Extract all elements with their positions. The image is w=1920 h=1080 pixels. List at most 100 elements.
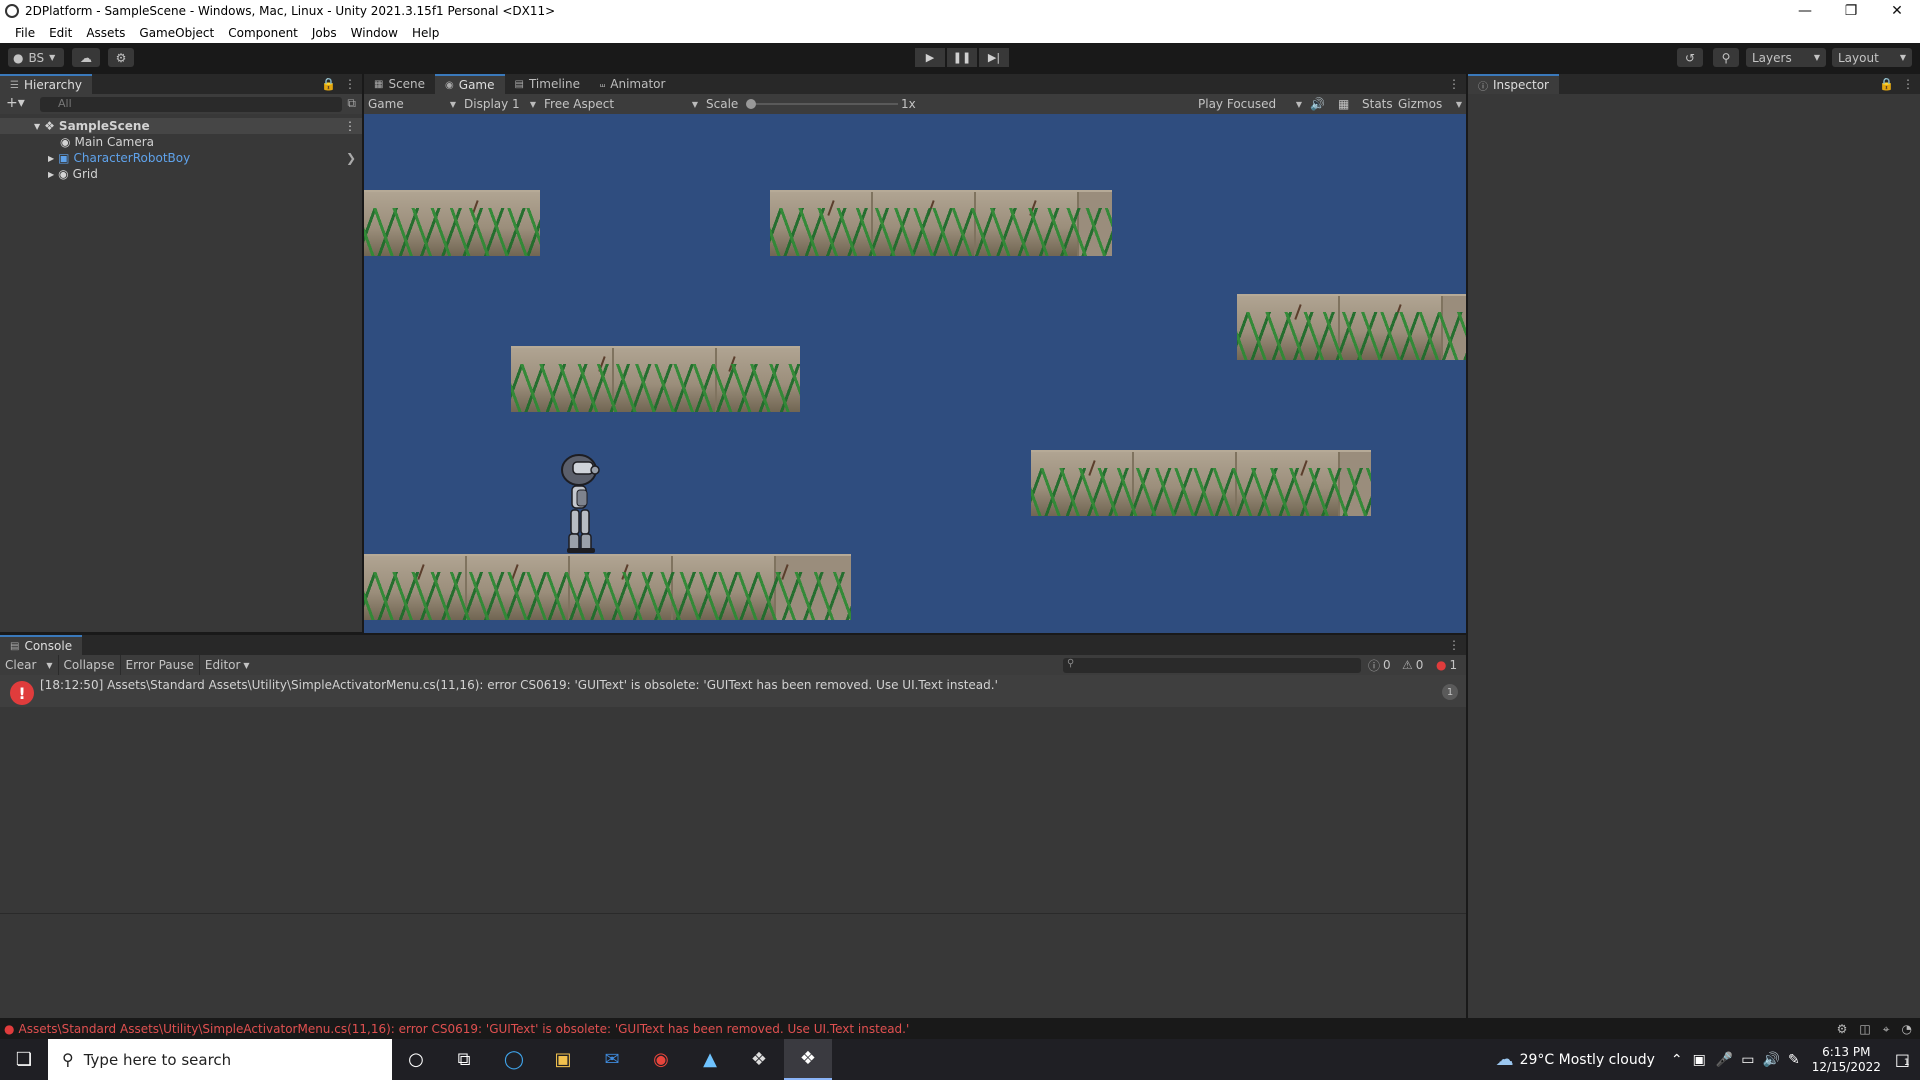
scale-slider-thumb[interactable] — [746, 99, 756, 109]
weather-text[interactable]: 29°C Mostly cloudy — [1520, 1052, 1655, 1068]
scale-value: 1x — [901, 94, 916, 114]
step-button[interactable]: ▶| — [979, 48, 1009, 67]
platform — [770, 190, 1112, 256]
expand-arrow-icon[interactable]: ▶ — [48, 170, 54, 179]
cloud-button[interactable]: ☁ — [72, 48, 100, 67]
restore-icon[interactable]: ❐ — [1828, 0, 1874, 22]
menu-component[interactable]: Component — [221, 26, 305, 40]
clear-button[interactable]: Clear ▼ — [0, 655, 59, 675]
play-mode-dropdown[interactable]: Play Focused ▼ — [1198, 94, 1302, 114]
menu-edit[interactable]: Edit — [42, 26, 79, 40]
console-entry[interactable]: ! [18:12:50] Assets\Standard Assets\Util… — [0, 675, 1466, 707]
search-button[interactable]: ⚲ — [1713, 48, 1739, 67]
tab-hierarchy[interactable]: ☰ Hierarchy — [0, 74, 92, 94]
stats-toggle-icon-button[interactable]: ▦ — [1338, 94, 1349, 114]
expand-arrow-icon[interactable]: ▼ — [34, 122, 40, 131]
collapse-toggle[interactable]: Collapse — [59, 655, 121, 675]
more-options-icon[interactable]: ⋮ — [1448, 74, 1460, 94]
tab-console-label: Console — [24, 639, 73, 653]
pause-button[interactable]: ❚❚ — [947, 48, 977, 67]
progress-icon[interactable]: ◔ — [1902, 1022, 1912, 1037]
minimize-icon[interactable]: — — [1782, 0, 1828, 22]
tree-item-main-camera[interactable]: ◉ Main Camera — [0, 134, 362, 150]
notification-center-button[interactable]: □ 1 — [1895, 1050, 1910, 1069]
menu-assets[interactable]: Assets — [79, 26, 132, 40]
lock-icon[interactable]: 🔒 — [321, 77, 336, 91]
taskbar-search[interactable]: ⚲ Type here to search — [48, 1039, 392, 1080]
edge-button[interactable]: ◯ — [490, 1039, 538, 1080]
aspect-dropdown[interactable]: Free Aspect ▼ — [544, 94, 698, 114]
menu-gameobject[interactable]: GameObject — [132, 26, 221, 40]
lock-icon[interactable]: 🔒 — [1879, 77, 1894, 91]
tree-item-scene[interactable]: ▼ ❖ SampleScene ⋮ — [0, 118, 362, 134]
account-dropdown[interactable]: ● BS ▼ — [8, 48, 64, 67]
tab-timeline[interactable]: ▤ Timeline — [505, 74, 590, 94]
warning-count-toggle[interactable]: ⚠ 0 — [1402, 655, 1423, 675]
layers-dropdown[interactable]: Layers ▼ — [1746, 48, 1826, 67]
undo-history-button[interactable]: ↺ — [1677, 48, 1703, 67]
unity-hub-button[interactable]: ❖ — [735, 1039, 783, 1080]
play-button[interactable]: ▶ — [915, 48, 945, 67]
close-icon[interactable]: ✕ — [1874, 0, 1920, 22]
unity-editor-button[interactable]: ❖ — [784, 1039, 832, 1080]
tab-console[interactable]: ▤ Console — [0, 635, 83, 655]
collab-button[interactable]: ⚙ — [108, 48, 134, 67]
display-dropdown[interactable]: Display 1 ▼ — [464, 94, 536, 114]
error-count-toggle[interactable]: ● 1 — [1436, 655, 1457, 675]
log-count-toggle[interactable]: ⓘ 0 — [1368, 655, 1391, 675]
more-options-icon[interactable]: ⋮ — [1902, 77, 1914, 91]
file-explorer-button[interactable]: ▣ — [539, 1039, 587, 1080]
hierarchy-search-input[interactable]: All — [40, 97, 342, 112]
chevron-down-icon: ▼ — [49, 53, 56, 62]
warning-icon: ⚠ — [1402, 658, 1413, 672]
scale-slider[interactable] — [746, 99, 898, 109]
visual-studio-button[interactable]: ▲ — [686, 1039, 734, 1080]
game-viewport[interactable] — [364, 114, 1466, 633]
menu-file[interactable]: File — [8, 26, 42, 40]
chrome-button[interactable]: ◉ — [637, 1039, 685, 1080]
stats-button[interactable]: Stats — [1362, 94, 1393, 114]
cortana-button[interactable]: ○ — [392, 1039, 440, 1080]
menu-help[interactable]: Help — [405, 26, 446, 40]
chevron-up-icon[interactable]: ⌃ — [1671, 1052, 1683, 1068]
menu-window[interactable]: Window — [344, 26, 405, 40]
gizmos-dropdown[interactable]: Gizmos ▼ — [1398, 94, 1462, 114]
mail-button[interactable]: ✉ — [588, 1039, 636, 1080]
tab-scene[interactable]: ▦ Scene — [364, 74, 435, 94]
tree-item-grid[interactable]: ▶ ◉ Grid — [0, 166, 362, 182]
layout-dropdown[interactable]: Layout ▼ — [1832, 48, 1912, 67]
error-pause-toggle[interactable]: Error Pause — [121, 655, 200, 675]
clock[interactable]: 6:13 PM 12/15/2022 — [1812, 1045, 1881, 1075]
layers-label: Layers — [1752, 50, 1792, 65]
chevron-down-icon[interactable]: ▼ — [46, 661, 52, 670]
expand-arrow-icon[interactable]: ▶ — [48, 154, 54, 163]
editor-dropdown[interactable]: Editor ▼ — [200, 655, 255, 675]
tab-game[interactable]: ◉ Game — [435, 74, 505, 94]
network-icon[interactable]: ▭ — [1741, 1052, 1754, 1068]
network-icon[interactable]: ⌖ — [1883, 1022, 1890, 1037]
more-options-icon[interactable]: ⋮ — [344, 77, 356, 91]
microphone-icon[interactable]: 🎤 — [1716, 1052, 1733, 1068]
volume-icon[interactable]: 🔊 — [1763, 1052, 1780, 1068]
mute-audio-button[interactable]: 🔊 — [1310, 94, 1325, 114]
scene-picker-icon[interactable]: ⧉ — [347, 96, 356, 111]
console-search-input[interactable]: ⚲ — [1063, 658, 1361, 673]
menu-jobs[interactable]: Jobs — [305, 26, 344, 40]
pen-icon[interactable]: ✎ — [1788, 1052, 1800, 1068]
tab-inspector[interactable]: ⓘ Inspector — [1468, 74, 1559, 94]
status-bar[interactable]: ● Assets\Standard Assets\Utility\SimpleA… — [0, 1019, 1920, 1039]
console-splitter[interactable] — [0, 913, 1466, 914]
start-button[interactable]: ❏ — [0, 1039, 48, 1080]
more-options-icon[interactable]: ⋮ — [1448, 635, 1460, 655]
meet-now-icon[interactable]: ▣ — [1693, 1052, 1706, 1068]
add-object-button[interactable]: +▾ — [6, 95, 25, 111]
tree-item-character-robot-boy[interactable]: ▶ ▣ CharacterRobotBoy ❯ — [0, 150, 362, 166]
cache-icon[interactable]: ◫ — [1859, 1022, 1870, 1037]
chevron-right-icon[interactable]: ❯ — [346, 151, 356, 165]
view-mode-dropdown[interactable]: Game ▼ — [368, 94, 456, 114]
chevron-down-icon: ▼ — [691, 99, 698, 109]
task-view-button[interactable]: ⧉ — [440, 1039, 488, 1080]
more-options-icon[interactable]: ⋮ — [344, 119, 356, 133]
bug-icon[interactable]: ⚙ — [1837, 1022, 1848, 1037]
tab-animator[interactable]: ⧢ Animator — [590, 74, 675, 94]
